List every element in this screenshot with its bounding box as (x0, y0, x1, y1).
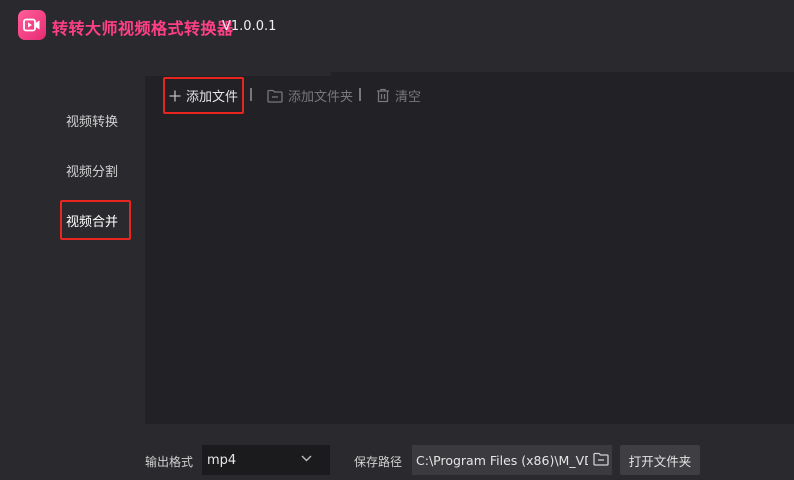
title-bar: 转转大师视频格式转换器 V1.0.0.1 (0, 0, 794, 52)
clear-label: 清空 (395, 90, 422, 105)
app-version: V1.0.0.1 (222, 19, 277, 34)
sidebar-item-video-merge[interactable]: 视频合并 (66, 211, 118, 230)
output-format-select[interactable]: mp4 (202, 445, 330, 475)
content-top-band (331, 72, 794, 76)
output-format-label: 输出格式 (145, 455, 194, 469)
add-folder-button[interactable]: 添加文件夹 (267, 86, 353, 105)
save-path-value: C:\Program Files (x86)\M_VDC (416, 452, 588, 468)
open-folder-button[interactable]: 打开文件夹 (620, 445, 700, 475)
sidebar-item-video-convert[interactable]: 视频转换 (66, 111, 118, 130)
output-format-value: mp4 (207, 452, 237, 468)
trash-icon (377, 88, 389, 103)
app-logo-icon (18, 10, 46, 40)
plus-icon (169, 90, 181, 101)
chevron-down-icon (301, 455, 312, 462)
add-folder-label: 添加文件夹 (288, 90, 354, 105)
toolbar-divider (359, 88, 361, 101)
open-folder-label: 打开文件夹 (628, 453, 692, 469)
browse-folder-icon[interactable] (593, 452, 609, 466)
add-file-label: 添加文件 (186, 90, 239, 105)
folder-icon (267, 89, 283, 103)
save-path-input[interactable]: C:\Program Files (x86)\M_VDC (412, 445, 612, 475)
add-file-button[interactable]: 添加文件 (169, 86, 238, 105)
app-title: 转转大师视频格式转换器 (52, 19, 234, 38)
sidebar-item-video-split[interactable]: 视频分割 (66, 161, 118, 180)
clear-button[interactable]: 清空 (376, 86, 421, 105)
save-path-label: 保存路径 (354, 455, 403, 469)
file-list-panel[interactable] (145, 76, 794, 424)
toolbar-divider (250, 88, 252, 101)
